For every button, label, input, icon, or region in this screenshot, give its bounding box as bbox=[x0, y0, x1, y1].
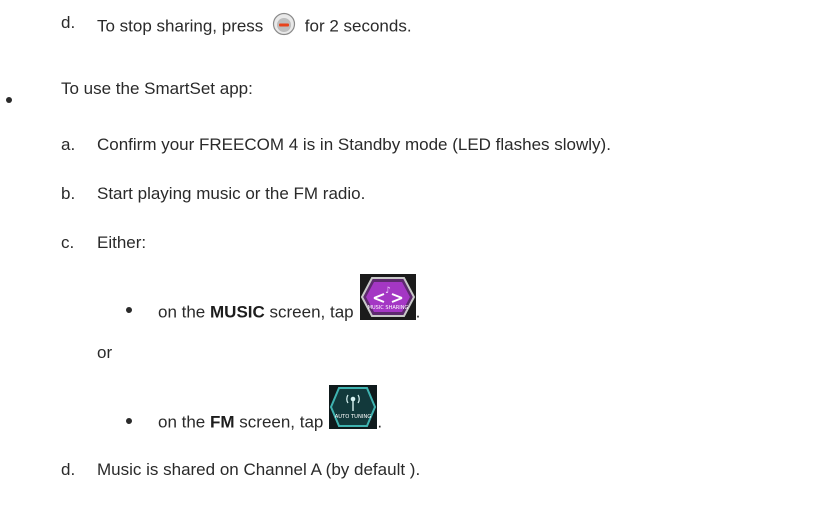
music-sharing-button: ♪ MUSIC SHARING bbox=[359, 274, 416, 326]
svg-text:MUSIC SHARING: MUSIC SHARING bbox=[367, 305, 408, 311]
step-b-text: Start playing music or the FM radio. bbox=[97, 184, 366, 203]
step-d-stop-text-after: for 2 seconds. bbox=[304, 16, 412, 36]
fm-option-before: on the bbox=[158, 412, 206, 432]
step-c-marker: c. bbox=[61, 233, 75, 252]
fm-option-after: screen, tap bbox=[239, 412, 324, 432]
music-option-before: on the bbox=[158, 302, 206, 322]
fm-option-bullet bbox=[126, 418, 132, 424]
step-c-text: Either: bbox=[97, 233, 147, 252]
music-option-text: on the MUSIC screen, tap ♪ MUSIC SHARING… bbox=[158, 274, 421, 339]
step-d-stop-marker: d. bbox=[61, 13, 76, 32]
step-b-marker: b. bbox=[61, 184, 76, 203]
music-option-period: . bbox=[415, 302, 421, 322]
minus-button-icon bbox=[272, 12, 296, 42]
music-option-bullet bbox=[126, 307, 132, 313]
music-screen-name: MUSIC bbox=[210, 302, 265, 322]
step-a-text: Confirm your FREECOM 4 is in Standby mod… bbox=[97, 135, 611, 154]
fm-screen-name: FM bbox=[210, 412, 235, 432]
auto-tuning-button: AUTO TUNING bbox=[329, 385, 378, 435]
step-d-stop-text-before: To stop sharing, press bbox=[97, 16, 264, 36]
svg-text:AUTO TUNING: AUTO TUNING bbox=[335, 414, 372, 420]
music-option-after: screen, tap bbox=[269, 302, 354, 322]
step-d-stop-text: To stop sharing, press for 2 seconds. bbox=[97, 12, 412, 42]
step-d-final-text: Music is shared on Channel A (by default… bbox=[97, 460, 421, 479]
svg-text:♪: ♪ bbox=[385, 286, 391, 296]
fm-option-period: . bbox=[377, 412, 383, 432]
step-a-marker: a. bbox=[61, 135, 76, 154]
fm-option-text: on the FM screen, tap AUTO TUNING . bbox=[158, 385, 383, 448]
step-d-final-marker: d. bbox=[61, 460, 76, 479]
smartset-bullet bbox=[6, 97, 12, 103]
smartset-intro: To use the SmartSet app: bbox=[61, 79, 253, 98]
or-text: or bbox=[97, 343, 113, 362]
